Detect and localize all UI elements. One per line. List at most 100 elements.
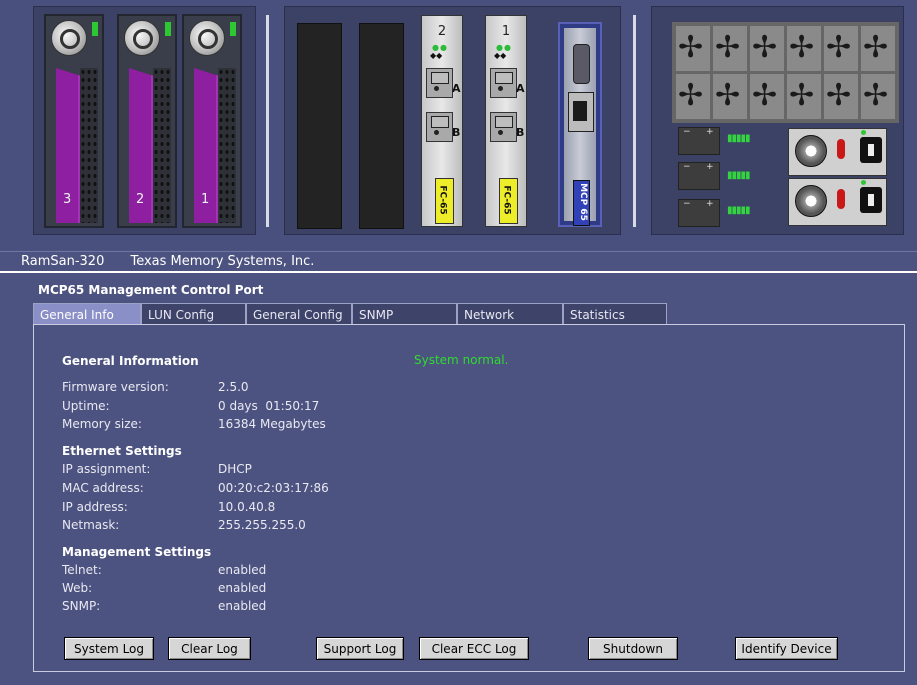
power-plug-icon	[860, 137, 882, 163]
fan-icon	[676, 74, 710, 119]
fan-icon	[750, 74, 784, 119]
battery-level-icon: ▮▮▮▮▮	[727, 205, 750, 216]
fc-card-2[interactable]: 2 ●● ◆◆ A B FC-65	[421, 15, 463, 227]
mac-address-value: 00:20:c2:03:17:86	[218, 481, 329, 495]
fan-icon	[824, 26, 858, 71]
divider	[633, 15, 636, 227]
battery-icon: − +	[678, 127, 720, 155]
chassis-graphic: 3 2 1 2 ●● ◆◆ A B FC-65 1 ●● ◆◆ A B FC-6…	[0, 0, 917, 250]
fc-tag-label: FC-65	[501, 185, 512, 215]
tab-content-panel: General Information System normal. Firmw…	[33, 324, 905, 672]
port-label: A	[516, 82, 525, 95]
status-led	[165, 22, 171, 36]
psu-ok-led	[861, 180, 866, 185]
tab-bar: General Info LUN Config General Config S…	[33, 303, 667, 325]
identify-device-button[interactable]: Identify Device	[735, 637, 838, 660]
netmask-label: Netmask:	[62, 518, 120, 532]
fan-icon	[713, 26, 747, 71]
fc-card-number: 1	[501, 24, 511, 39]
clear-log-button[interactable]: Clear Log	[168, 637, 251, 660]
web-label: Web:	[62, 581, 93, 595]
battery-level-icon: ▮▮▮▮▮	[727, 170, 750, 181]
power-plug-icon	[860, 187, 882, 213]
fc-tag: FC-65	[435, 178, 454, 224]
fan-array	[672, 22, 899, 123]
fc-indicator-icon: ◆◆	[494, 51, 507, 60]
management-title: MCP65 Management Control Port	[38, 283, 264, 297]
fc-tag-label: FC-65	[437, 185, 448, 215]
tab-general-info[interactable]: General Info	[33, 303, 141, 325]
ethernet-heading: Ethernet Settings	[62, 444, 182, 458]
power-supply-1[interactable]	[788, 128, 887, 176]
tab-network[interactable]: Network	[457, 303, 563, 325]
mcp-tag-label: MCP 65	[577, 183, 588, 221]
memory-label: Memory size:	[62, 417, 142, 431]
vendor-name: Texas Memory Systems, Inc.	[130, 254, 315, 269]
fc-port-b[interactable]	[426, 112, 453, 142]
system-log-button[interactable]: System Log	[64, 637, 154, 660]
model-name: RamSan-320	[21, 254, 105, 269]
fan-icon	[787, 26, 821, 71]
power-supply-2[interactable]	[788, 178, 887, 226]
device-caption: RamSan-320 Texas Memory Systems, Inc.	[0, 251, 917, 271]
uptime-label: Uptime:	[62, 399, 110, 413]
port-label: A	[452, 82, 461, 95]
tab-snmp[interactable]: SNMP	[352, 303, 457, 325]
vent-grille	[153, 68, 171, 223]
psu-switch-icon	[795, 135, 827, 167]
separator	[0, 271, 917, 273]
psu-switch-icon	[795, 185, 827, 217]
tab-lun-config[interactable]: LUN Config	[141, 303, 246, 325]
status-led	[230, 22, 236, 36]
mcp-card[interactable]: MCP 65	[558, 22, 602, 227]
drive-bay-1[interactable]: 1	[182, 14, 242, 228]
drive-knob-icon	[51, 20, 87, 56]
firmware-label: Firmware version:	[62, 380, 169, 394]
support-log-button[interactable]: Support Log	[316, 637, 404, 660]
tab-general-config[interactable]: General Config	[246, 303, 352, 325]
port-label: B	[516, 126, 525, 139]
fan-icon	[676, 26, 710, 71]
fc-port-a[interactable]	[490, 68, 517, 98]
web-value: enabled	[218, 581, 267, 595]
status-led	[92, 22, 98, 36]
drive-bay-2[interactable]: 2	[117, 14, 177, 228]
vent-grille	[218, 68, 236, 223]
fc-card-number: 2	[437, 24, 447, 39]
fan-icon	[824, 74, 858, 119]
fc-port-b[interactable]	[490, 112, 517, 142]
serial-port-icon	[573, 44, 590, 84]
psu-handle-icon	[837, 189, 845, 209]
shutdown-button[interactable]: Shutdown	[588, 637, 678, 660]
ip-assignment-label: IP assignment:	[62, 462, 151, 476]
memory-value: 16384 Megabytes	[218, 417, 326, 431]
fan-icon	[861, 26, 895, 71]
battery-icon: − +	[678, 162, 720, 190]
general-info-heading: General Information	[62, 354, 199, 368]
battery-level-icon: ▮▮▮▮▮	[727, 133, 750, 144]
fan-icon	[750, 26, 784, 71]
mcp-tag: MCP 65	[573, 180, 590, 226]
fc-port-a[interactable]	[426, 68, 453, 98]
ip-assignment-value: DHCP	[218, 462, 252, 476]
telnet-label: Telnet:	[62, 563, 102, 577]
fan-icon	[861, 74, 895, 119]
drive-knob-icon	[189, 20, 225, 56]
bay-number: 2	[136, 192, 145, 207]
drive-knob-icon	[124, 20, 160, 56]
mac-address-label: MAC address:	[62, 481, 144, 495]
clear-ecc-log-button[interactable]: Clear ECC Log	[419, 637, 529, 660]
port-label: B	[452, 126, 461, 139]
ip-address-label: IP address:	[62, 500, 128, 514]
snmp-value: enabled	[218, 599, 267, 613]
fc-tag: FC-65	[499, 178, 518, 224]
bay-number: 1	[201, 192, 210, 207]
drive-bay-3[interactable]: 3	[44, 14, 104, 228]
management-settings-heading: Management Settings	[62, 545, 212, 559]
tab-statistics[interactable]: Statistics	[563, 303, 667, 325]
bay-number: 3	[63, 192, 72, 207]
battery-icon: − +	[678, 199, 720, 227]
psu-handle-icon	[837, 139, 845, 159]
fc-card-1[interactable]: 1 ●● ◆◆ A B FC-65	[485, 15, 527, 227]
fan-icon	[713, 74, 747, 119]
